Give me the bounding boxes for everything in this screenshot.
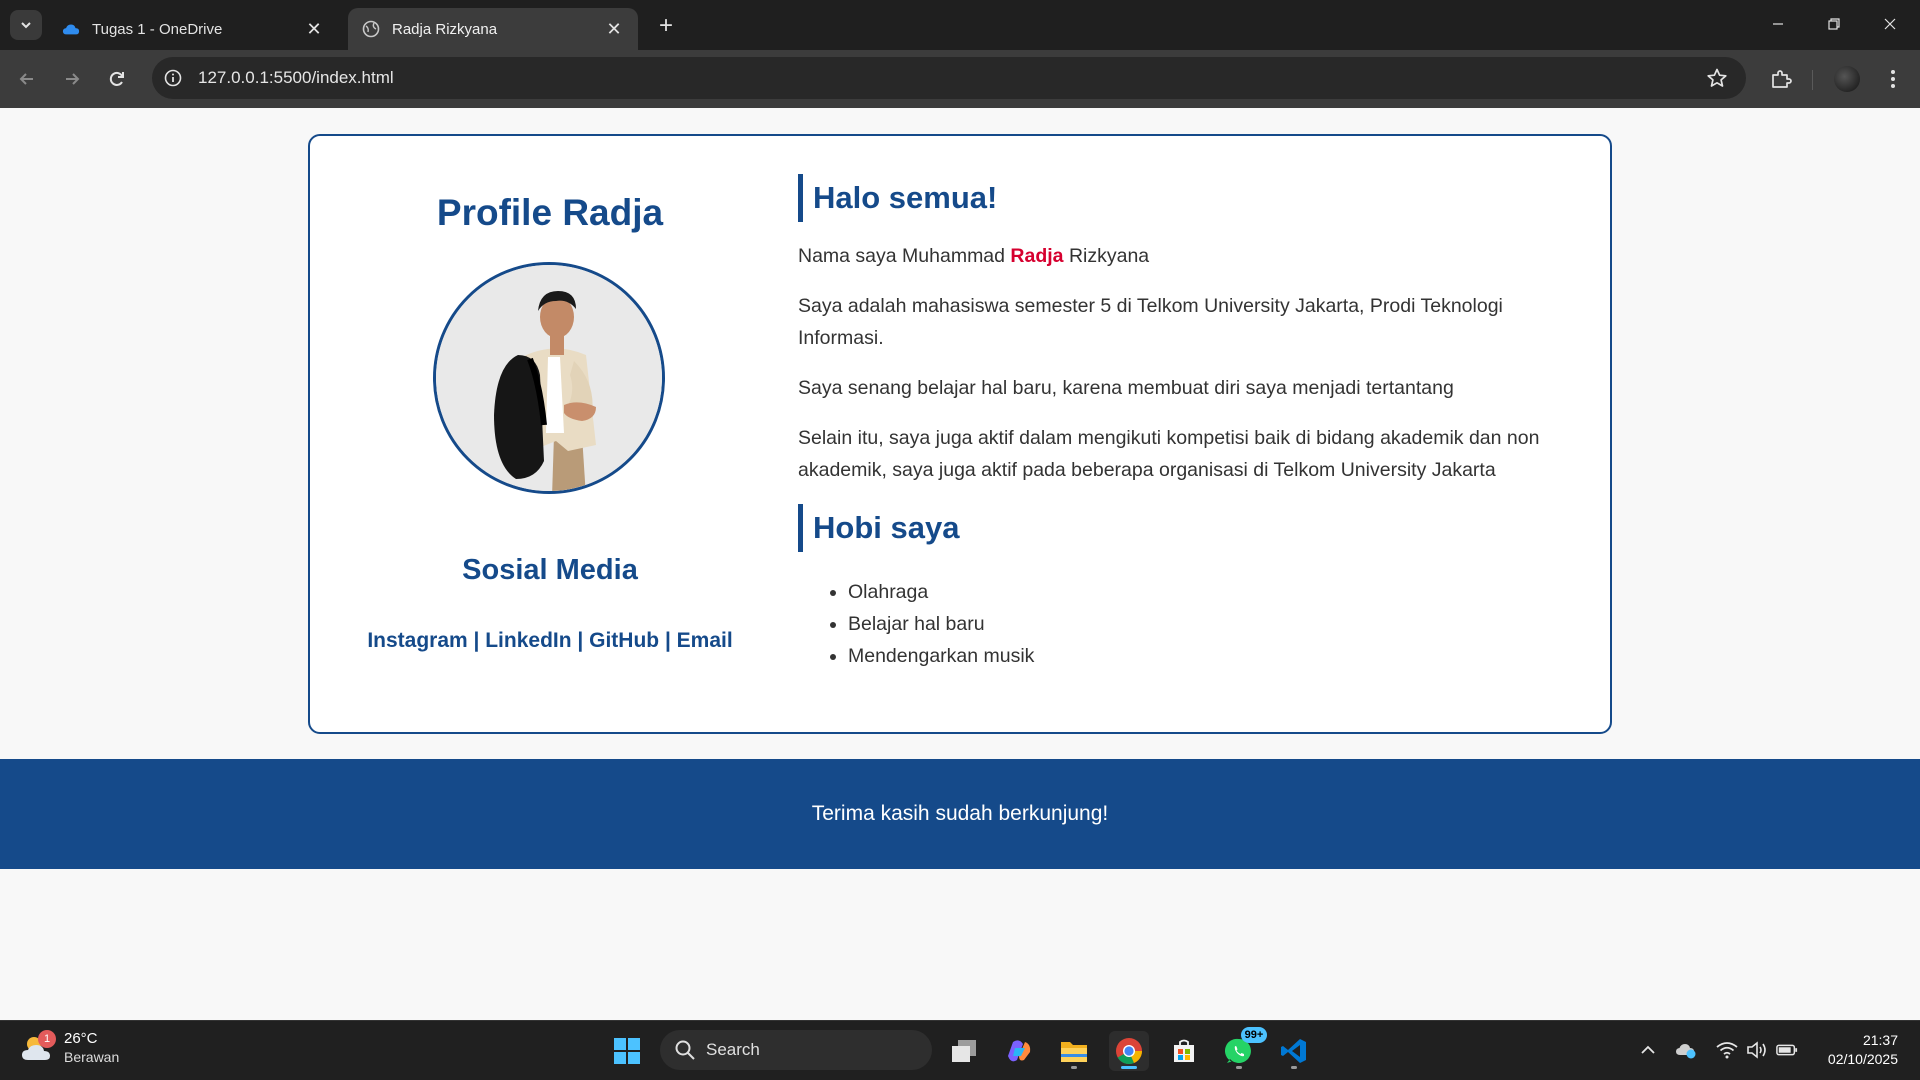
address-bar[interactable]: 127.0.0.1:5500/index.html [152, 57, 1746, 99]
browser-toolbar: 127.0.0.1:5500/index.html [0, 50, 1920, 108]
intro-text-before: Nama saya Muhammad [798, 245, 1011, 267]
tab-onedrive[interactable]: Tugas 1 - OneDrive ✕ [48, 8, 338, 50]
bookmark-star-icon[interactable] [1706, 67, 1728, 89]
tab-radja[interactable]: Radja Rizkyana ✕ [348, 8, 638, 50]
list-item: Mendengarkan musik [848, 640, 1578, 672]
link-separator: | [571, 629, 590, 652]
extensions-puzzle-icon[interactable] [1766, 64, 1796, 94]
toolbar-divider [1812, 70, 1813, 90]
onedrive-status-icon[interactable] [1675, 1039, 1697, 1061]
copilot-icon[interactable] [999, 1031, 1039, 1071]
running-indicator [1236, 1066, 1242, 1069]
github-link[interactable]: GitHub [589, 629, 659, 652]
hobby-heading: Hobi saya [798, 504, 1578, 552]
list-item: Belajar hal baru [848, 608, 1578, 640]
system-clock[interactable]: 21:37 02/10/2025 [1828, 1031, 1898, 1069]
link-separator: | [659, 629, 677, 652]
tab-search-button[interactable] [10, 10, 42, 40]
search-placeholder: Search [706, 1040, 760, 1059]
wifi-icon[interactable] [1716, 1039, 1738, 1061]
url-text: 127.0.0.1:5500/index.html [198, 68, 394, 87]
profile-photo-illustration [436, 265, 662, 491]
tab-title: Radja Rizkyana [392, 20, 498, 38]
clock-time: 21:37 [1862, 1032, 1898, 1048]
intro-text-after: Rizkyana [1063, 245, 1150, 267]
microsoft-store-icon[interactable] [1164, 1031, 1204, 1071]
kebab-menu-icon[interactable] [1878, 64, 1908, 94]
onedrive-cloud-icon [62, 20, 80, 38]
learning-paragraph: Saya senang belajar hal baru, karena mem… [798, 377, 1454, 399]
taskbar: 1 26°C Berawan Search 99+ 21:37 02/10/20… [0, 1020, 1920, 1080]
clock-date: 02/10/2025 [1827, 1051, 1898, 1067]
forward-arrow-icon[interactable] [57, 64, 87, 94]
restore-icon[interactable] [1814, 10, 1854, 38]
chevron-down-icon [21, 22, 31, 29]
weather-temperature: 26°C [64, 1030, 98, 1047]
start-button[interactable] [607, 1031, 647, 1071]
partly-cloudy-icon: 1 [20, 1030, 56, 1064]
windows-logo-icon [614, 1038, 640, 1064]
running-indicator [1071, 1066, 1077, 1069]
minimize-icon[interactable] [1758, 10, 1798, 38]
file-explorer-icon[interactable] [1054, 1031, 1094, 1071]
email-link[interactable]: Email [677, 629, 733, 652]
notification-badge: 99+ [1241, 1027, 1267, 1043]
close-tab-icon[interactable]: ✕ [304, 19, 324, 39]
intro-paragraph: Nama saya Muhammad Radja Rizkyana [798, 240, 1578, 272]
battery-icon[interactable] [1776, 1039, 1798, 1061]
profile-photo [433, 262, 665, 494]
site-info-icon[interactable] [162, 67, 184, 89]
running-indicator [1121, 1066, 1137, 1069]
footer-text: Terima kasih sudah berkunjung! [811, 802, 1109, 825]
name-highlight: Radja [1010, 245, 1064, 267]
hobby-list: Olahraga Belajar hal baru Mendengarkan m… [848, 576, 1578, 672]
profile-column: Profile Radja Sosial Media Instagram | L… [310, 136, 790, 732]
reload-icon[interactable] [102, 64, 132, 94]
globe-icon [362, 20, 380, 38]
running-indicator [1291, 1066, 1297, 1069]
weather-alert-badge: 1 [38, 1030, 56, 1048]
vscode-icon[interactable] [1274, 1031, 1314, 1071]
weather-widget[interactable]: 1 26°C Berawan [20, 1030, 119, 1066]
semester-paragraph: Saya adalah mahasiswa semester 5 di Telk… [798, 295, 1503, 349]
close-tab-icon[interactable]: ✕ [604, 19, 624, 39]
chevron-up-icon[interactable] [1637, 1039, 1659, 1061]
activities-paragraph: Selain itu, saya juga aktif dalam mengik… [798, 427, 1540, 481]
new-tab-button[interactable]: + [652, 12, 680, 40]
profile-avatar[interactable] [1834, 66, 1860, 92]
search-icon [675, 1040, 695, 1060]
tab-title: Tugas 1 - OneDrive [92, 20, 223, 38]
link-separator: | [467, 629, 486, 652]
instagram-link[interactable]: Instagram [367, 629, 467, 652]
tab-strip: Tugas 1 - OneDrive ✕ Radja Rizkyana ✕ + [0, 0, 1920, 50]
profile-card: Profile Radja Sosial Media Instagram | L… [308, 134, 1612, 734]
volume-icon[interactable] [1746, 1039, 1768, 1061]
list-item: Olahraga [848, 576, 1578, 608]
close-window-icon[interactable] [1870, 10, 1910, 38]
weather-condition: Berawan [64, 1049, 120, 1065]
task-view-icon[interactable] [944, 1031, 984, 1071]
linkedin-link[interactable]: LinkedIn [485, 629, 571, 652]
back-arrow-icon[interactable] [12, 64, 42, 94]
taskbar-search-box[interactable]: Search [660, 1030, 932, 1070]
profile-title: Profile Radja [436, 192, 664, 233]
page-footer: Terima kasih sudah berkunjung! [0, 759, 1920, 869]
greeting-heading: Halo semua! [798, 174, 1578, 222]
about-column: Halo semua! Nama saya Muhammad Radja Riz… [798, 174, 1578, 672]
social-links: Instagram | LinkedIn | GitHub | Email [310, 629, 790, 653]
social-media-title: Sosial Media [462, 554, 638, 586]
page-viewport: Profile Radja Sosial Media Instagram | L… [0, 108, 1920, 1020]
chrome-icon[interactable] [1109, 1031, 1149, 1071]
whatsapp-icon[interactable]: 99+ [1219, 1027, 1267, 1071]
